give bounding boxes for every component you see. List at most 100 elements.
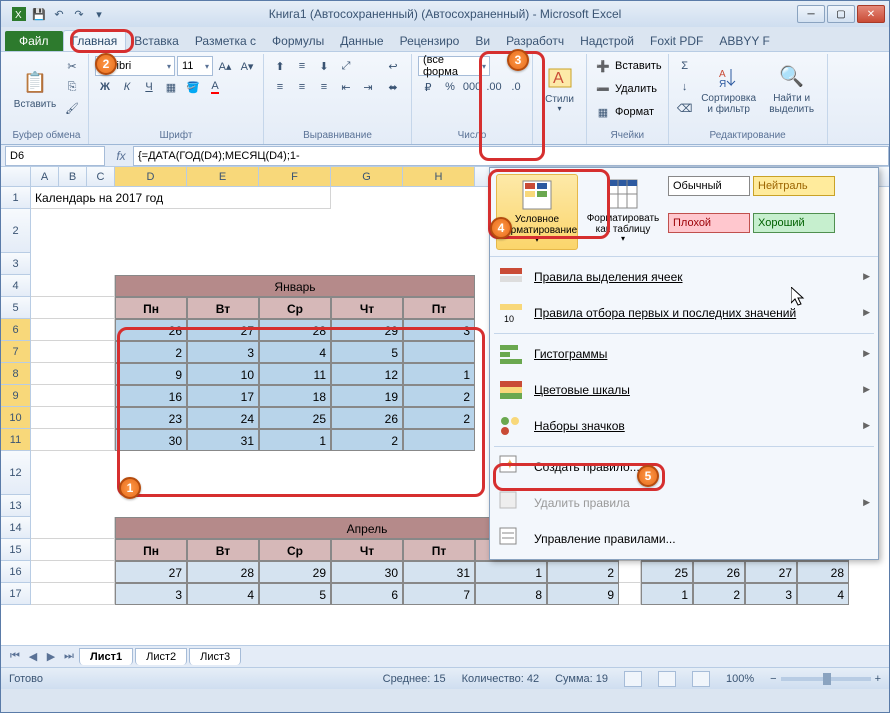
cell[interactable]: Календарь на 2017 год bbox=[31, 187, 331, 209]
cell[interactable]: Пн bbox=[115, 539, 187, 561]
col-header[interactable]: G bbox=[331, 167, 403, 186]
cell[interactable]: Ср bbox=[259, 539, 331, 561]
cell[interactable] bbox=[31, 539, 115, 561]
cell[interactable]: 18 bbox=[259, 385, 331, 407]
sheet-nav-prev[interactable]: ◀ bbox=[25, 650, 41, 663]
italic-icon[interactable]: К bbox=[117, 77, 137, 97]
name-box[interactable]: D6 bbox=[5, 146, 105, 166]
cell[interactable]: 8 bbox=[475, 583, 547, 605]
indent-dec-icon[interactable]: ⇤ bbox=[336, 77, 356, 97]
cell[interactable]: 2 bbox=[115, 341, 187, 363]
cell[interactable] bbox=[31, 561, 115, 583]
menu-new-rule[interactable]: ✦ Создать правило... bbox=[490, 449, 878, 485]
cell[interactable]: 26 bbox=[693, 561, 745, 583]
sheet-nav-last[interactable]: ⏭ bbox=[61, 650, 77, 663]
cell[interactable] bbox=[31, 429, 115, 451]
cell[interactable]: 4 bbox=[259, 341, 331, 363]
cell[interactable]: 23 bbox=[115, 407, 187, 429]
cell[interactable] bbox=[31, 319, 115, 341]
cell[interactable]: Пт bbox=[403, 539, 475, 561]
sheet-tab[interactable]: Лист2 bbox=[135, 648, 187, 665]
menu-manage-rules[interactable]: Управление правилами... bbox=[490, 521, 878, 557]
cell[interactable]: 2 bbox=[403, 385, 475, 407]
font-size-combo[interactable]: 11 bbox=[177, 56, 213, 76]
view-pagebreak-icon[interactable] bbox=[692, 671, 710, 687]
row-header[interactable]: 1 bbox=[1, 187, 31, 209]
cell[interactable]: Пт bbox=[403, 297, 475, 319]
row-header[interactable]: 17 bbox=[1, 583, 31, 605]
cell[interactable] bbox=[619, 583, 641, 605]
bold-icon[interactable]: Ж bbox=[95, 77, 115, 97]
cell[interactable]: 9 bbox=[547, 583, 619, 605]
row-header[interactable]: 9 bbox=[1, 385, 31, 407]
view-layout-icon[interactable] bbox=[658, 671, 676, 687]
cell[interactable]: 26 bbox=[331, 407, 403, 429]
cell[interactable]: 3 bbox=[403, 319, 475, 341]
fill-icon[interactable]: ↓ bbox=[675, 77, 695, 97]
cell[interactable]: 26 bbox=[115, 319, 187, 341]
cell[interactable]: 31 bbox=[187, 429, 259, 451]
tab-insert[interactable]: Вставка bbox=[126, 31, 187, 51]
cell[interactable]: 27 bbox=[187, 319, 259, 341]
menu-data-bars[interactable]: Гистограммы ▶ bbox=[490, 336, 878, 372]
file-tab[interactable]: Файл bbox=[5, 31, 63, 51]
conditional-formatting-button[interactable]: Условное форматирование▾ bbox=[496, 174, 578, 250]
row-header[interactable]: 15 bbox=[1, 539, 31, 561]
cell[interactable]: 30 bbox=[331, 561, 403, 583]
cell[interactable] bbox=[31, 363, 115, 385]
cell[interactable]: 28 bbox=[797, 561, 849, 583]
cell[interactable]: 5 bbox=[331, 341, 403, 363]
row-header[interactable]: 5 bbox=[1, 297, 31, 319]
insert-cells-button[interactable]: ➕Вставить bbox=[593, 56, 662, 76]
tab-data[interactable]: Данные bbox=[332, 31, 391, 51]
row-header[interactable]: 3 bbox=[1, 253, 31, 275]
shrink-font-icon[interactable]: A▾ bbox=[237, 56, 257, 76]
font-color-icon[interactable]: A bbox=[205, 77, 225, 97]
cell[interactable]: 25 bbox=[641, 561, 693, 583]
menu-top-bottom[interactable]: 10 Правила отбора первых и последних зна… bbox=[490, 295, 878, 331]
paste-button[interactable]: 📋 Вставить bbox=[11, 56, 59, 122]
tab-home[interactable]: Главная bbox=[63, 30, 127, 51]
col-header[interactable]: E bbox=[187, 167, 259, 186]
cell-style-option[interactable]: Хороший bbox=[753, 213, 835, 233]
grow-font-icon[interactable]: A▴ bbox=[215, 56, 235, 76]
row-header[interactable]: 4 bbox=[1, 275, 31, 297]
format-painter-icon[interactable]: 🖌 bbox=[62, 98, 82, 118]
align-left-icon[interactable]: ≡ bbox=[270, 77, 290, 97]
cell[interactable]: 2 bbox=[693, 583, 745, 605]
cell[interactable]: 1 bbox=[403, 363, 475, 385]
sheet-nav-next[interactable]: ▶ bbox=[43, 650, 59, 663]
clear-icon[interactable]: ⌫ bbox=[675, 98, 695, 118]
cell[interactable]: 19 bbox=[331, 385, 403, 407]
cell[interactable]: 5 bbox=[259, 583, 331, 605]
cell[interactable]: 29 bbox=[259, 561, 331, 583]
menu-icon-sets[interactable]: Наборы значков ▶ bbox=[490, 408, 878, 444]
percent-icon[interactable]: % bbox=[440, 77, 460, 97]
tab-view[interactable]: Ви bbox=[467, 31, 498, 51]
cell[interactable]: 1 bbox=[475, 561, 547, 583]
copy-icon[interactable]: ⎘ bbox=[62, 77, 82, 97]
cell[interactable]: 31 bbox=[403, 561, 475, 583]
select-all-corner[interactable] bbox=[1, 167, 31, 186]
cell[interactable]: Январь bbox=[115, 275, 475, 297]
inc-decimal-icon[interactable]: .00 bbox=[484, 77, 504, 97]
cell[interactable]: 1 bbox=[641, 583, 693, 605]
tab-review[interactable]: Рецензиро bbox=[392, 31, 468, 51]
cell[interactable] bbox=[403, 429, 475, 451]
delete-cells-button[interactable]: ➖Удалить bbox=[593, 79, 662, 99]
cell[interactable]: 10 bbox=[187, 363, 259, 385]
row-header[interactable]: 16 bbox=[1, 561, 31, 583]
col-header[interactable]: F bbox=[259, 167, 331, 186]
cell[interactable]: 17 bbox=[187, 385, 259, 407]
row-header[interactable]: 14 bbox=[1, 517, 31, 539]
align-bottom-icon[interactable]: ⬇ bbox=[314, 56, 334, 76]
col-header[interactable]: C bbox=[87, 167, 115, 186]
cell[interactable]: 7 bbox=[403, 583, 475, 605]
align-top-icon[interactable]: ⬆ bbox=[270, 56, 290, 76]
cell[interactable]: Вт bbox=[187, 539, 259, 561]
cell[interactable] bbox=[31, 385, 115, 407]
tab-foxit[interactable]: Foxit PDF bbox=[642, 31, 711, 51]
cell-style-option[interactable]: Плохой bbox=[668, 213, 750, 233]
cell[interactable] bbox=[31, 583, 115, 605]
wrap-text-icon[interactable]: ↩ bbox=[381, 56, 405, 76]
